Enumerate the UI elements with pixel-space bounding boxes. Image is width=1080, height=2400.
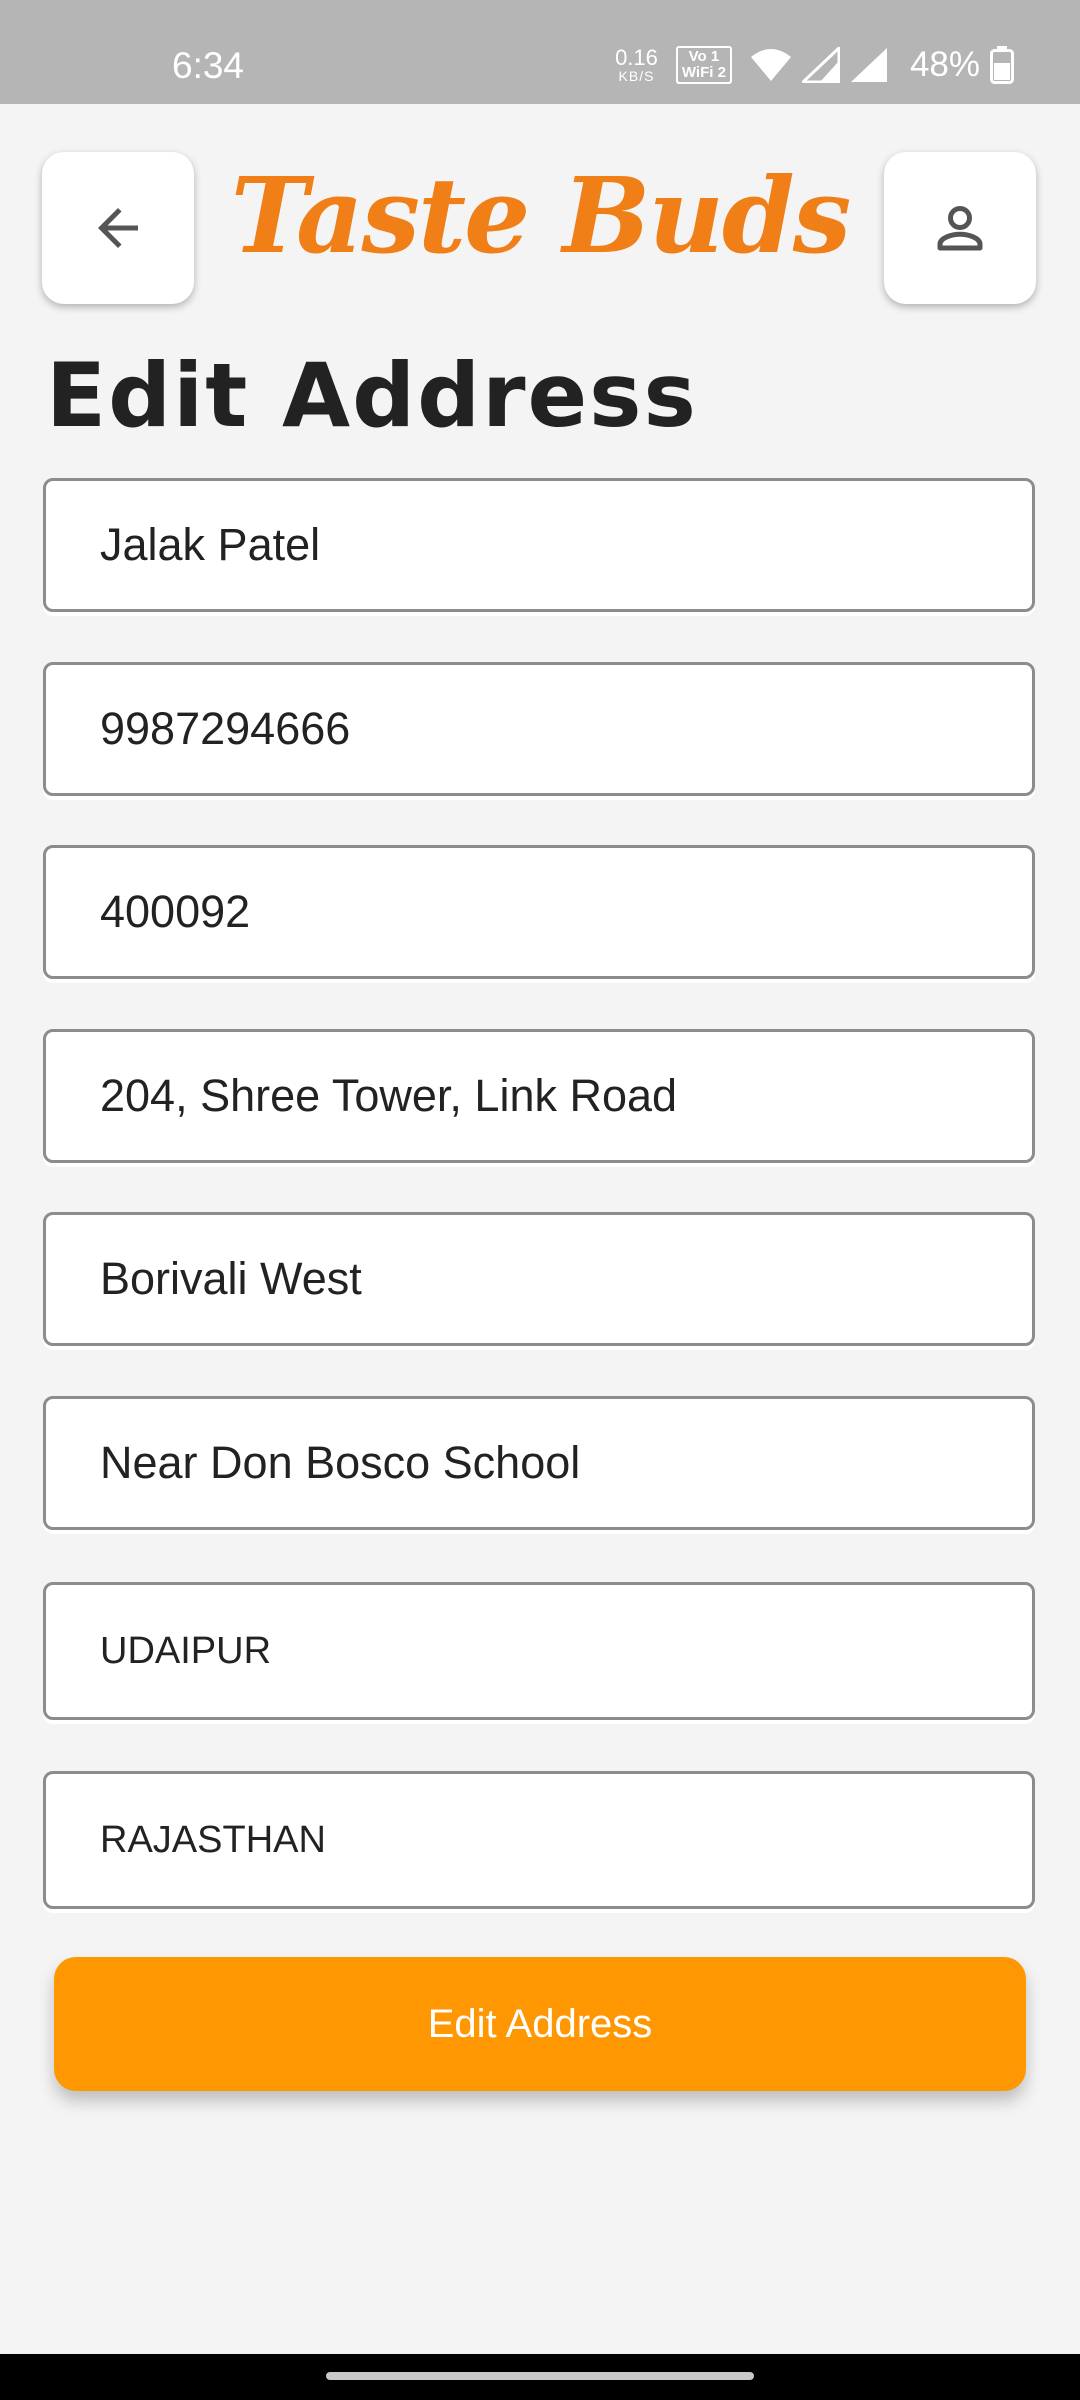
full-name-field[interactable] xyxy=(43,478,1035,612)
phone-input[interactable] xyxy=(46,665,1032,793)
status-icons: 0.16 KB/S Vo 1 WiFi 2 48% xyxy=(615,40,1024,90)
area-field[interactable] xyxy=(43,1212,1035,1346)
full-name-input[interactable] xyxy=(46,481,1032,609)
landmark-field[interactable] xyxy=(43,1396,1035,1530)
system-nav-bar xyxy=(0,2354,1080,2400)
person-icon xyxy=(937,205,983,251)
signal-icon xyxy=(801,47,840,83)
signal-icon xyxy=(850,47,888,83)
state-field[interactable] xyxy=(43,1771,1035,1909)
app-header: Taste Buds xyxy=(0,104,1080,344)
pincode-input[interactable] xyxy=(46,848,1032,976)
status-time: 6:34 xyxy=(172,45,245,86)
profile-button[interactable] xyxy=(884,152,1036,304)
address-line1-input[interactable] xyxy=(46,1032,1032,1160)
city-field[interactable] xyxy=(43,1582,1035,1720)
address-line1-field[interactable] xyxy=(43,1029,1035,1163)
volte-wifi-icon: Vo 1 WiFi 2 xyxy=(675,46,732,84)
status-bar: 6:34 0.16 KB/S Vo 1 WiFi 2 48% xyxy=(0,0,1080,104)
landmark-input[interactable] xyxy=(46,1399,1032,1527)
edit-address-button[interactable]: Edit Address xyxy=(54,1957,1026,2091)
pincode-field[interactable] xyxy=(43,845,1035,979)
wifi-icon xyxy=(750,48,792,82)
volte-line-2: WiFi 2 xyxy=(681,64,726,81)
area-input[interactable] xyxy=(46,1215,1032,1343)
network-speed-unit: KB/S xyxy=(618,68,655,84)
gesture-handle[interactable] xyxy=(326,2372,754,2380)
phone-field[interactable] xyxy=(43,662,1035,796)
page-title: Edit Address xyxy=(46,344,698,447)
network-speed: 0.16 KB/S xyxy=(615,45,658,84)
volte-line-1: Vo 1 xyxy=(688,48,720,65)
state-input[interactable] xyxy=(46,1774,1032,1906)
battery-percent: 48% xyxy=(909,45,980,84)
network-speed-value: 0.16 xyxy=(615,45,658,70)
city-input[interactable] xyxy=(46,1585,1032,1717)
battery-icon xyxy=(990,46,1014,84)
